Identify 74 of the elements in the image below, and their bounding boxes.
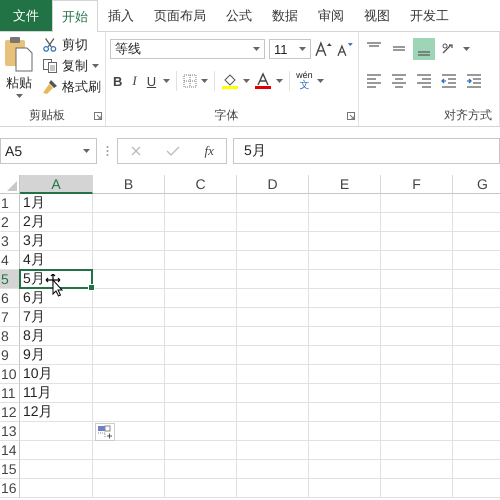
column-header[interactable]: C [165, 175, 237, 194]
font-name-field[interactable]: 等线 [110, 39, 265, 59]
dialog-launcher-icon[interactable] [347, 112, 355, 120]
ribbon-tab[interactable]: 数据 [262, 0, 308, 31]
selected-cell[interactable]: 5月 [20, 270, 92, 288]
row-header[interactable]: 13 [0, 422, 20, 441]
column-header[interactable]: D [237, 175, 309, 194]
column-header[interactable]: A [20, 175, 93, 194]
caret-icon[interactable] [201, 79, 208, 83]
caret-icon[interactable] [16, 94, 22, 98]
caret-icon[interactable] [252, 47, 260, 51]
grip-icon [106, 145, 108, 157]
caret-icon[interactable] [463, 47, 470, 51]
underline-button[interactable]: U [144, 74, 160, 88]
font-color-icon[interactable] [254, 72, 272, 90]
caret-icon[interactable] [83, 149, 90, 153]
caret-icon[interactable] [316, 79, 324, 83]
copy-icon [42, 58, 58, 74]
fill-handle[interactable] [88, 284, 95, 291]
column-header[interactable]: B [93, 175, 165, 194]
scissors-icon [43, 38, 57, 52]
ribbon-tab[interactable]: 公式 [216, 0, 262, 31]
clipboard-button[interactable]: 复制 [42, 57, 101, 75]
phonetic-button[interactable]: wén 文 [296, 71, 313, 91]
ribbon-tab[interactable]: 审阅 [308, 0, 354, 31]
lines-icon [466, 74, 481, 88]
clipboard-button[interactable]: 格式刷 [42, 78, 101, 96]
lines-icon [367, 74, 381, 88]
column-header[interactable]: E [309, 175, 381, 194]
fill-color-icon[interactable] [221, 72, 240, 90]
insert-function-button[interactable]: fx [204, 143, 214, 159]
caret-icon[interactable] [243, 79, 250, 83]
lines-icon [393, 46, 405, 51]
caret-icon[interactable] [163, 79, 170, 83]
caret-icon[interactable] [276, 79, 284, 83]
lines-icon [418, 51, 430, 56]
check-icon[interactable] [166, 145, 180, 157]
bold-button[interactable]: B [110, 74, 126, 88]
italic-button[interactable]: I [129, 73, 140, 89]
align-button[interactable] [413, 38, 435, 60]
group-label: 对齐方式 [443, 107, 493, 124]
row-header[interactable]: 16 [0, 479, 20, 498]
dialog-launcher-icon[interactable] [94, 112, 102, 120]
ribbon-tab[interactable]: 页面布局 [144, 0, 216, 31]
group-label: 剪贴板 [28, 107, 66, 124]
caret-icon[interactable] [298, 47, 306, 51]
ribbon-tab[interactable]: 插入 [98, 0, 144, 31]
row-header[interactable]: 15 [0, 460, 20, 479]
borders-icon[interactable] [183, 74, 198, 88]
ribbon-tab[interactable]: 视图 [354, 0, 400, 31]
formula-field[interactable]: 5月 [233, 138, 500, 164]
name-box[interactable]: A5 [0, 138, 97, 164]
shrink-font-icon[interactable] [336, 41, 354, 57]
lines-icon [441, 74, 456, 88]
clipboard-icon [4, 36, 34, 72]
column-header[interactable]: G [453, 175, 500, 194]
lines-icon [442, 44, 453, 54]
row-header[interactable]: 14 [0, 441, 20, 460]
clipboard-button[interactable]: 剪切 [42, 36, 101, 54]
grow-font-icon[interactable] [314, 41, 332, 57]
row-header[interactable]: 5 [0, 270, 20, 289]
paste-options-icon[interactable] [95, 423, 115, 441]
brush-icon [42, 79, 58, 95]
ribbon-tab[interactable]: 开始 [52, 0, 98, 32]
file-tab[interactable]: 文件 [0, 0, 52, 31]
paste-button[interactable]: 粘贴 [2, 36, 36, 106]
caret-icon[interactable] [92, 64, 99, 68]
font-size-field[interactable]: 11 [268, 39, 310, 59]
lines-icon [392, 74, 406, 88]
group-label: 字体 [214, 107, 240, 124]
column-header[interactable]: F [381, 175, 453, 194]
ribbon-tab[interactable]: 开发工 [400, 0, 459, 31]
lines-icon [417, 74, 431, 88]
lines-icon [367, 42, 381, 47]
